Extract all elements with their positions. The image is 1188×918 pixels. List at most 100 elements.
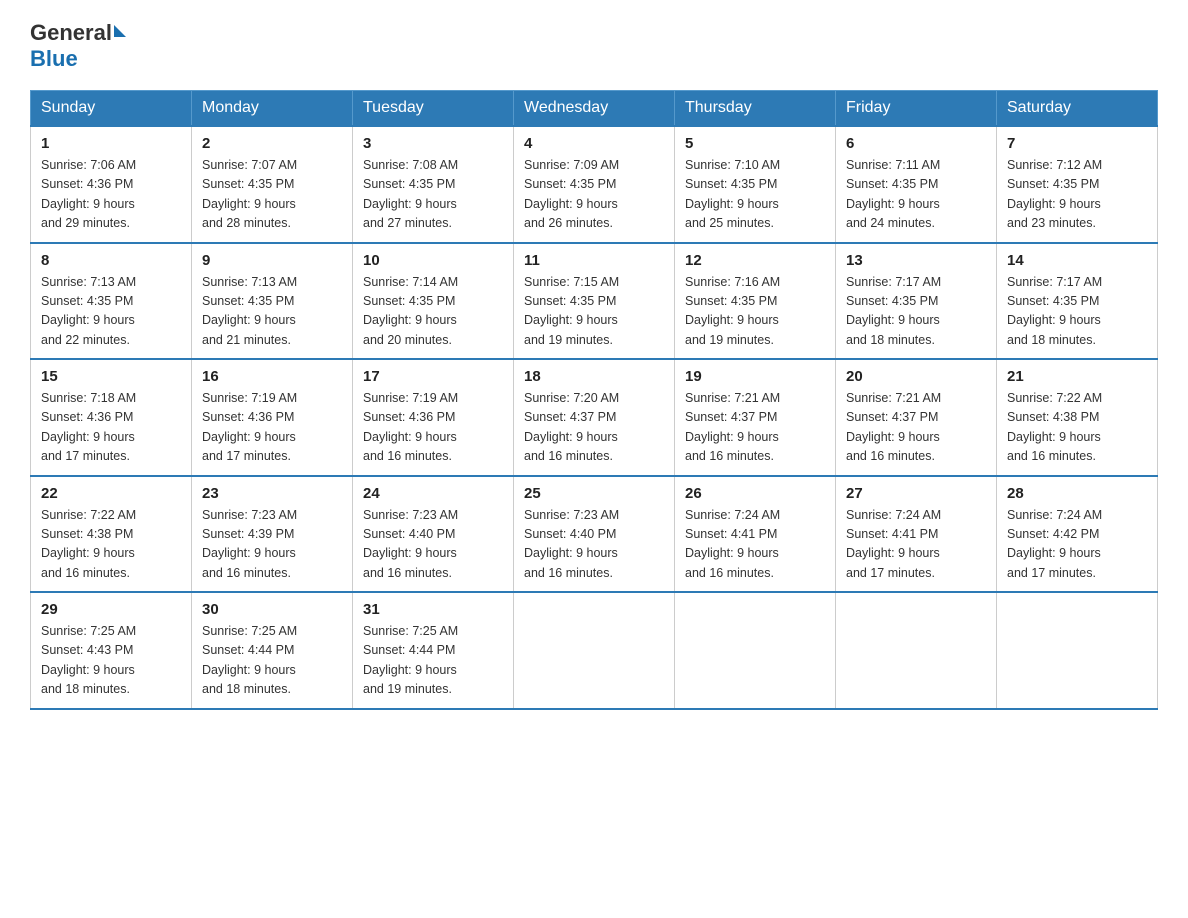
day-info: Sunrise: 7:14 AMSunset: 4:35 PMDaylight:… <box>363 273 503 351</box>
calendar-cell: 24Sunrise: 7:23 AMSunset: 4:40 PMDayligh… <box>353 476 514 593</box>
calendar-cell: 16 Sunrise: 7:19 AMSunset: 4:36 PMDayligh… <box>192 359 353 476</box>
header-wednesday: Wednesday <box>514 91 675 127</box>
calendar-cell: 7 Sunrise: 7:12 AMSunset: 4:35 PMDaylight… <box>997 126 1158 243</box>
day-number: 20 <box>846 368 986 385</box>
header-saturday: Saturday <box>997 91 1158 127</box>
calendar-table: SundayMondayTuesdayWednesdayThursdayFrid… <box>30 90 1158 710</box>
week-row-1: 1 Sunrise: 7:06 AMSunset: 4:36 PMDaylight… <box>31 126 1158 243</box>
day-number: 25 <box>524 485 664 502</box>
day-info: Sunrise: 7:23 AMSunset: 4:40 PMDaylight:… <box>363 506 503 584</box>
week-row-4: 22 Sunrise: 7:22 AMSunset: 4:38 PMDayligh… <box>31 476 1158 593</box>
calendar-cell: 6Sunrise: 7:11 AMSunset: 4:35 PMDaylight… <box>836 126 997 243</box>
calendar-cell: 30Sunrise: 7:25 AMSunset: 4:44 PMDayligh… <box>192 592 353 709</box>
day-number: 13 <box>846 252 986 269</box>
calendar-cell: 26 Sunrise: 7:24 AMSunset: 4:41 PMDayligh… <box>675 476 836 593</box>
day-number: 28 <box>1007 485 1147 502</box>
day-info: Sunrise: 7:17 AMSunset: 4:35 PMDaylight:… <box>1007 273 1147 351</box>
day-number: 26 <box>685 485 825 502</box>
calendar-cell: 2Sunrise: 7:07 AMSunset: 4:35 PMDaylight… <box>192 126 353 243</box>
day-info: Sunrise: 7:13 AMSunset: 4:35 PMDaylight:… <box>41 273 181 351</box>
calendar-cell: 23 Sunrise: 7:23 AMSunset: 4:39 PMDayligh… <box>192 476 353 593</box>
day-number: 31 <box>363 601 503 618</box>
header-thursday: Thursday <box>675 91 836 127</box>
day-number: 7 <box>1007 135 1147 152</box>
weekday-header-row: SundayMondayTuesdayWednesdayThursdayFrid… <box>31 91 1158 127</box>
header-tuesday: Tuesday <box>353 91 514 127</box>
calendar-cell: 9Sunrise: 7:13 AMSunset: 4:35 PMDaylight… <box>192 243 353 360</box>
day-info: Sunrise: 7:09 AMSunset: 4:35 PMDaylight:… <box>524 156 664 234</box>
day-number: 8 <box>41 252 181 269</box>
day-info: Sunrise: 7:06 AMSunset: 4:36 PMDaylight:… <box>41 156 181 234</box>
calendar-cell: 12 Sunrise: 7:16 AMSunset: 4:35 PMDayligh… <box>675 243 836 360</box>
calendar-cell: 8 Sunrise: 7:13 AMSunset: 4:35 PMDaylight… <box>31 243 192 360</box>
day-number: 22 <box>41 485 181 502</box>
day-info: Sunrise: 7:12 AMSunset: 4:35 PMDaylight:… <box>1007 156 1147 234</box>
day-info: Sunrise: 7:19 AMSunset: 4:36 PMDaylight:… <box>202 389 342 467</box>
day-info: Sunrise: 7:22 AMSunset: 4:38 PMDaylight:… <box>1007 389 1147 467</box>
week-row-5: 29 Sunrise: 7:25 AMSunset: 4:43 PMDayligh… <box>31 592 1158 709</box>
day-number: 14 <box>1007 252 1147 269</box>
day-number: 3 <box>363 135 503 152</box>
day-info: Sunrise: 7:13 AMSunset: 4:35 PMDaylight:… <box>202 273 342 351</box>
calendar-cell <box>514 592 675 709</box>
day-number: 23 <box>202 485 342 502</box>
day-number: 12 <box>685 252 825 269</box>
calendar-cell <box>836 592 997 709</box>
logo-triangle-icon <box>114 25 126 37</box>
calendar-cell: 10 Sunrise: 7:14 AMSunset: 4:35 PMDayligh… <box>353 243 514 360</box>
day-number: 30 <box>202 601 342 618</box>
day-info: Sunrise: 7:19 AMSunset: 4:36 PMDaylight:… <box>363 389 503 467</box>
calendar-cell: 3Sunrise: 7:08 AMSunset: 4:35 PMDaylight… <box>353 126 514 243</box>
day-number: 4 <box>524 135 664 152</box>
calendar-cell: 31 Sunrise: 7:25 AMSunset: 4:44 PMDayligh… <box>353 592 514 709</box>
day-info: Sunrise: 7:21 AMSunset: 4:37 PMDaylight:… <box>685 389 825 467</box>
page-header: General Blue <box>30 20 1158 72</box>
day-number: 15 <box>41 368 181 385</box>
day-info: Sunrise: 7:24 AMSunset: 4:41 PMDaylight:… <box>846 506 986 584</box>
week-row-3: 15 Sunrise: 7:18 AMSunset: 4:36 PMDayligh… <box>31 359 1158 476</box>
day-number: 5 <box>685 135 825 152</box>
header-friday: Friday <box>836 91 997 127</box>
day-number: 18 <box>524 368 664 385</box>
header-sunday: Sunday <box>31 91 192 127</box>
day-number: 2 <box>202 135 342 152</box>
calendar-cell: 4 Sunrise: 7:09 AMSunset: 4:35 PMDaylight… <box>514 126 675 243</box>
day-info: Sunrise: 7:22 AMSunset: 4:38 PMDaylight:… <box>41 506 181 584</box>
calendar-cell: 27Sunrise: 7:24 AMSunset: 4:41 PMDayligh… <box>836 476 997 593</box>
calendar-cell: 28Sunrise: 7:24 AMSunset: 4:42 PMDayligh… <box>997 476 1158 593</box>
day-info: Sunrise: 7:18 AMSunset: 4:36 PMDaylight:… <box>41 389 181 467</box>
calendar-cell: 21 Sunrise: 7:22 AMSunset: 4:38 PMDayligh… <box>997 359 1158 476</box>
day-info: Sunrise: 7:17 AMSunset: 4:35 PMDaylight:… <box>846 273 986 351</box>
calendar-cell: 15 Sunrise: 7:18 AMSunset: 4:36 PMDayligh… <box>31 359 192 476</box>
day-number: 21 <box>1007 368 1147 385</box>
day-number: 19 <box>685 368 825 385</box>
day-number: 29 <box>41 601 181 618</box>
day-number: 16 <box>202 368 342 385</box>
day-number: 1 <box>41 135 181 152</box>
day-info: Sunrise: 7:23 AMSunset: 4:39 PMDaylight:… <box>202 506 342 584</box>
day-number: 11 <box>524 252 664 269</box>
day-number: 17 <box>363 368 503 385</box>
day-number: 10 <box>363 252 503 269</box>
logo-general: General <box>30 20 112 46</box>
day-info: Sunrise: 7:20 AMSunset: 4:37 PMDaylight:… <box>524 389 664 467</box>
calendar-cell: 13 Sunrise: 7:17 AMSunset: 4:35 PMDayligh… <box>836 243 997 360</box>
calendar-cell: 17 Sunrise: 7:19 AMSunset: 4:36 PMDayligh… <box>353 359 514 476</box>
calendar-cell: 19 Sunrise: 7:21 AMSunset: 4:37 PMDayligh… <box>675 359 836 476</box>
calendar-cell <box>997 592 1158 709</box>
logo-blue: Blue <box>30 46 78 72</box>
calendar-cell <box>675 592 836 709</box>
day-info: Sunrise: 7:25 AMSunset: 4:43 PMDaylight:… <box>41 622 181 700</box>
calendar-cell: 20Sunrise: 7:21 AMSunset: 4:37 PMDayligh… <box>836 359 997 476</box>
calendar-cell: 25 Sunrise: 7:23 AMSunset: 4:40 PMDayligh… <box>514 476 675 593</box>
day-info: Sunrise: 7:11 AMSunset: 4:35 PMDaylight:… <box>846 156 986 234</box>
calendar-cell: 5Sunrise: 7:10 AMSunset: 4:35 PMDaylight… <box>675 126 836 243</box>
header-monday: Monday <box>192 91 353 127</box>
logo: General Blue <box>30 20 126 72</box>
day-info: Sunrise: 7:25 AMSunset: 4:44 PMDaylight:… <box>363 622 503 700</box>
calendar-cell: 11Sunrise: 7:15 AMSunset: 4:35 PMDayligh… <box>514 243 675 360</box>
day-info: Sunrise: 7:23 AMSunset: 4:40 PMDaylight:… <box>524 506 664 584</box>
day-info: Sunrise: 7:16 AMSunset: 4:35 PMDaylight:… <box>685 273 825 351</box>
calendar-cell: 22 Sunrise: 7:22 AMSunset: 4:38 PMDayligh… <box>31 476 192 593</box>
day-info: Sunrise: 7:24 AMSunset: 4:41 PMDaylight:… <box>685 506 825 584</box>
